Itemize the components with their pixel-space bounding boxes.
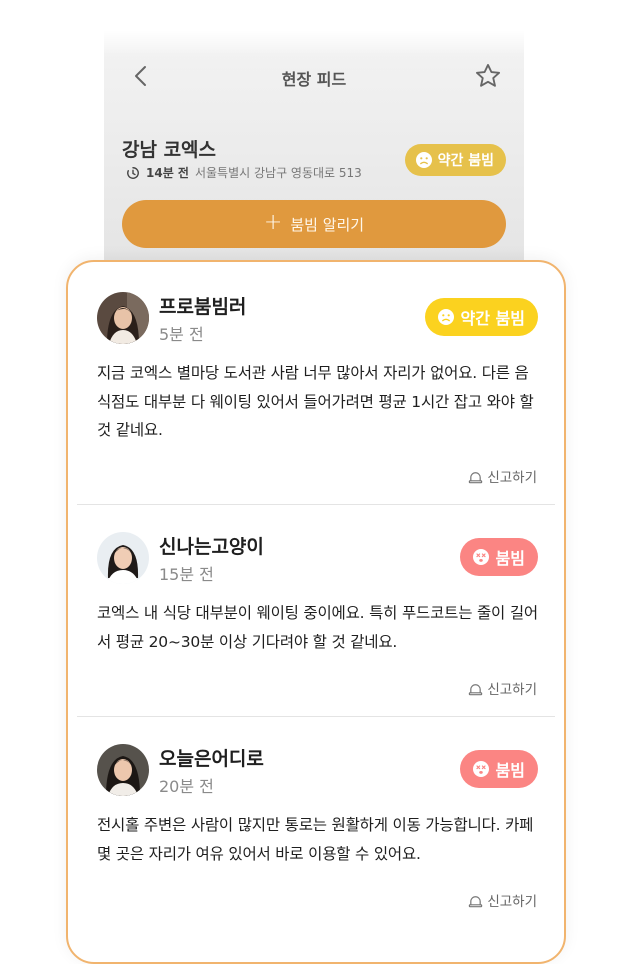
page-title: 현장 피드 — [281, 70, 347, 89]
avatar[interactable] — [97, 292, 149, 344]
report-label: 신고하기 — [487, 682, 537, 698]
status-badge: 약간 붐빔 — [424, 298, 538, 336]
notify-crowd-button[interactable]: + 붐빔 알리기 — [122, 200, 506, 248]
report-button[interactable]: 신고하기 — [468, 678, 537, 698]
siren-icon — [469, 683, 483, 695]
place-name: 강남 코엑스 — [122, 139, 217, 161]
avatar[interactable] — [97, 744, 149, 796]
report-button[interactable]: 신고하기 — [468, 466, 537, 486]
report-label: 신고하기 — [487, 894, 537, 910]
post-body: 전시홀 주변은 사람이 많지만 통로는 원활하게 이동 가능합니다. 카페 몇 … — [97, 816, 534, 863]
dizzy-face-icon — [472, 761, 489, 777]
dizzy-face-icon — [472, 549, 489, 565]
siren-icon — [469, 895, 483, 907]
post-body: 코엑스 내 식당 대부분이 웨이팅 중이에요. 특히 푸드코트는 줄이 길어서 … — [97, 604, 538, 651]
status-badge: 붐빔 — [459, 538, 538, 576]
avatar[interactable] — [97, 532, 149, 584]
post-time-ago: 15분 전 — [159, 565, 214, 584]
notify-crowd-label: 붐빔 알리기 — [290, 215, 365, 234]
top-fade — [104, 30, 524, 56]
place-time-ago: 14분 전 — [146, 166, 189, 180]
divider — [77, 504, 555, 505]
plus-icon: + — [263, 210, 283, 235]
post-nickname: 신나는고양이 — [159, 536, 264, 558]
post-nickname: 오늘은어디로 — [159, 748, 264, 770]
top-nav: 현장 피드 — [104, 60, 524, 100]
post-body: 지금 코엑스 별마당 도서관 사람 너무 많아서 자리가 없어요. 다른 음식점… — [97, 364, 534, 439]
star-icon[interactable] — [474, 62, 502, 90]
avatar-image — [97, 532, 149, 584]
report-label: 신고하기 — [487, 470, 537, 486]
place-status-badge: 약간 붐빔 — [404, 144, 506, 176]
status-label: 붐빔 — [495, 761, 525, 780]
place-status-label: 약간 붐빔 — [437, 153, 494, 169]
background-screen: 현장 피드 강남 코엑스 14분 전 서울특별시 강남구 영동대로 513 약간… — [104, 30, 524, 290]
place-address: 서울특별시 강남구 영동대로 513 — [194, 166, 362, 180]
post-time-ago: 5분 전 — [159, 325, 204, 344]
report-button[interactable]: 신고하기 — [468, 890, 537, 910]
avatar-image — [97, 292, 149, 344]
feed-card: 프로붐빔러 5분 전 약간 붐빔 지금 코엑스 별마당 도서관 사람 너무 많아… — [66, 260, 566, 964]
frown-face-icon — [437, 309, 454, 325]
status-label: 붐빔 — [495, 549, 525, 568]
siren-icon — [469, 471, 483, 483]
frown-face-icon — [415, 152, 432, 168]
post-time-ago: 20분 전 — [159, 777, 214, 796]
clock-icon — [127, 166, 139, 179]
place-meta: 14분 전 서울특별시 강남구 영동대로 513 — [126, 164, 362, 181]
status-badge: 붐빔 — [459, 750, 538, 788]
divider — [77, 716, 555, 717]
status-label: 약간 붐빔 — [460, 309, 525, 328]
avatar-image — [97, 744, 149, 796]
post-nickname: 프로붐빔러 — [159, 296, 247, 318]
